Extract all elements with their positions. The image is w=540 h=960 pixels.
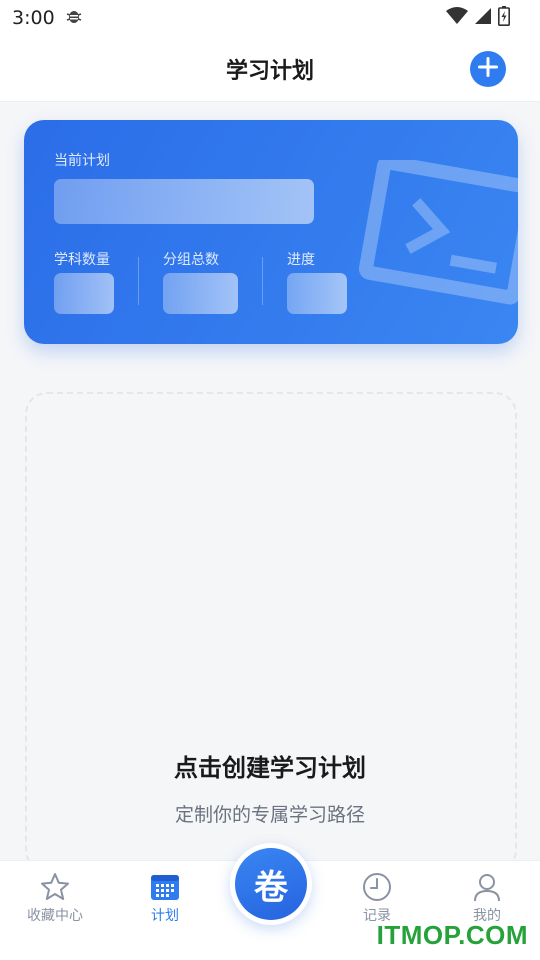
page-title: 学习计划: [225, 58, 314, 84]
watermark: ITMOP.COM: [376, 920, 528, 950]
status-right: [446, 6, 510, 30]
clock-icon: [361, 871, 393, 903]
progress-placeholder: [287, 273, 347, 314]
wifi-icon: [446, 7, 468, 29]
exam-center-button[interactable]: 卷: [230, 843, 312, 925]
add-plan-button[interactable]: [470, 51, 506, 87]
status-left: 3:00: [12, 7, 83, 29]
cell-signal-icon: [474, 7, 492, 29]
group-total-placeholder: [163, 273, 238, 314]
status-time: 3:00: [12, 7, 55, 29]
stat-divider: [138, 257, 139, 305]
tab-favorites[interactable]: 收藏中心: [10, 871, 100, 925]
empty-state-subtitle: 定制你的专属学习路径: [174, 804, 365, 826]
calendar-icon: [149, 871, 181, 903]
current-plan-name-placeholder: [54, 179, 314, 224]
exam-center-button-label: 卷: [235, 848, 307, 920]
empty-state-title: 点击创建学习计划: [174, 754, 366, 782]
current-plan-card[interactable]: 当前计划 学科数量 分组总数 进度: [24, 120, 518, 344]
user-icon: [471, 871, 503, 903]
plus-icon: [477, 56, 499, 82]
subject-count-label: 学科数量: [54, 252, 110, 268]
tab-plan[interactable]: 计划: [120, 871, 210, 925]
tab-label: 计划: [151, 908, 179, 924]
group-total-label: 分组总数: [163, 252, 219, 268]
subject-count-placeholder: [54, 273, 114, 314]
stat-divider: [262, 257, 263, 305]
progress-label: 进度: [287, 252, 315, 268]
tab-profile[interactable]: 我的: [442, 871, 532, 925]
battery-icon: [498, 6, 510, 30]
current-plan-label: 当前计划: [54, 153, 110, 169]
bug-icon: [65, 7, 83, 29]
status-bar: 3:00: [0, 0, 540, 36]
terminal-icon: [358, 155, 518, 314]
star-icon: [39, 871, 71, 903]
tab-label: 收藏中心: [27, 908, 83, 924]
app-header: 学习计划: [0, 36, 540, 102]
tab-records[interactable]: 记录: [332, 871, 422, 925]
